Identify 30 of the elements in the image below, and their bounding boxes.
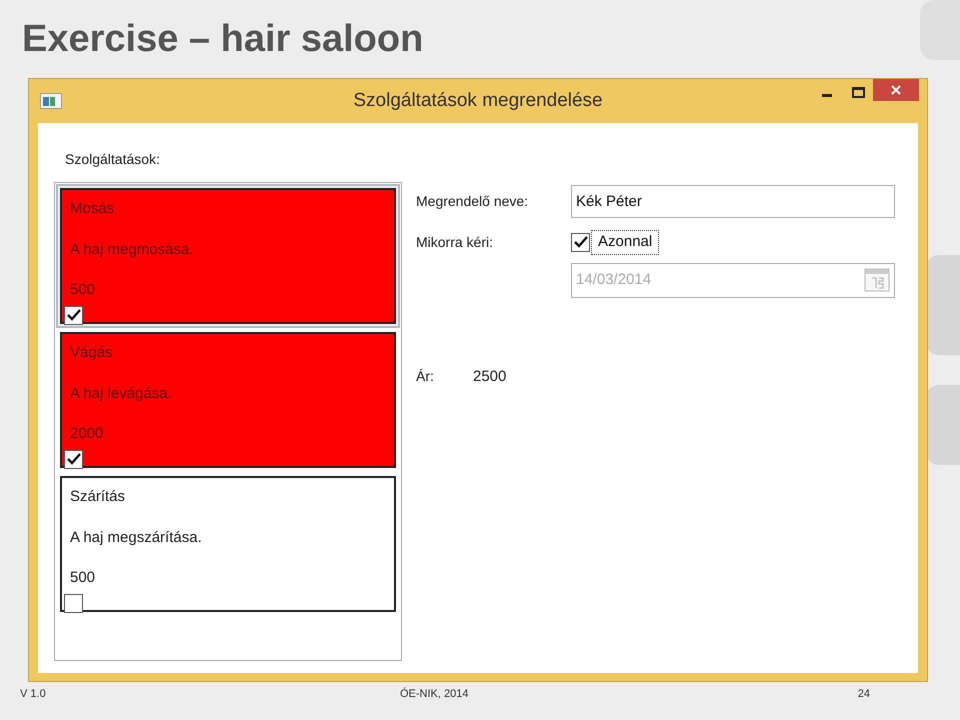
checkbox[interactable]: [64, 306, 83, 324]
service-description: A haj levágása.: [70, 384, 173, 404]
version-text: V 1.0: [20, 686, 47, 702]
check-icon: [66, 453, 80, 465]
date-value: 14/03/2014: [576, 270, 652, 290]
checkbox[interactable]: [64, 450, 83, 468]
price-value: 2500: [473, 366, 506, 386]
service-name: Szárítás: [70, 487, 126, 507]
price-label: Ár:: [416, 367, 435, 386]
app-icon: [40, 93, 62, 109]
customer-label: Megrendelő neve:: [416, 192, 530, 211]
service-price: 500: [70, 280, 96, 300]
close-button[interactable]: [873, 79, 919, 101]
check-icon: [574, 236, 588, 248]
customer-name-field[interactable]: Kék Péter: [571, 185, 895, 218]
checkbox[interactable]: [64, 594, 83, 612]
service-price: 2000: [70, 424, 104, 444]
close-icon: [891, 85, 901, 95]
footer-text: ÓE-NIK, 2014: [400, 686, 470, 702]
window-title: Szolgáltatások megrendelése: [353, 88, 603, 113]
service-price: 500: [70, 568, 96, 588]
slide-title: Exercise – hair saloon: [22, 16, 424, 62]
check-icon: [66, 309, 80, 321]
when-label: Mikorra kéri:: [416, 232, 494, 252]
services-label: Szolgáltatások:: [65, 150, 161, 169]
page-number: 24: [858, 686, 870, 702]
service-description: A haj megmosása.: [70, 240, 194, 260]
service-name: Vágás: [70, 343, 114, 363]
service-description: A haj megszárítása.: [70, 528, 203, 548]
service-name: Mosás: [70, 199, 116, 219]
